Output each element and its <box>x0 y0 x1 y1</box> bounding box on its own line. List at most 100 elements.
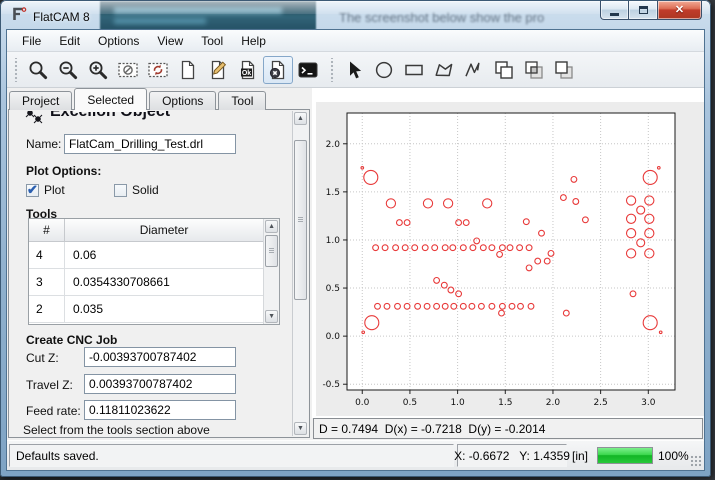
plot-canvas[interactable]: 0.00.51.01.52.02.53.0-0.50.00.51.01.52.0 <box>316 102 704 416</box>
menu-options[interactable]: Options <box>89 31 148 51</box>
scroll-up-arrow-icon[interactable]: ▲ <box>265 220 278 233</box>
distance-readout: D = 0.7494 D(x) = -0.7218 D(y) = -0.2014 <box>313 418 703 439</box>
main-content: ProjectSelectedOptionsTool <box>7 88 704 440</box>
x-tick-label: 3.0 <box>641 398 656 408</box>
toolbar-intersection-button[interactable] <box>519 56 549 84</box>
scroll-up-arrow-icon[interactable]: ▲ <box>294 112 307 125</box>
solid-checkbox-label: Solid <box>132 183 159 197</box>
toolbar: Ok <box>7 52 704 88</box>
name-label: Name: <box>26 137 61 151</box>
toolbar-grip[interactable] <box>330 58 334 82</box>
scrollbar-thumb[interactable] <box>294 140 307 300</box>
toolbar-save-project-button[interactable]: Ok <box>233 56 263 84</box>
table-row[interactable]: 20.035 <box>29 296 263 323</box>
tab-selected[interactable]: Selected <box>74 88 147 110</box>
column-header-number[interactable]: # <box>29 219 65 241</box>
scrollbar-thumb[interactable] <box>265 235 278 267</box>
progress-fill <box>598 448 652 463</box>
plot-checkbox-label: Plot <box>44 183 65 197</box>
close-icon: ✕ <box>675 5 684 16</box>
toolbar-zoom-in-button[interactable] <box>83 56 113 84</box>
check-icon: ✔ <box>27 182 38 198</box>
x-tick-label: 1.0 <box>450 398 465 408</box>
scroll-down-arrow-icon[interactable]: ▼ <box>294 422 307 435</box>
menu-bar: FileEditOptionsViewToolHelp <box>7 30 704 52</box>
close-button[interactable]: ✕ <box>657 1 702 20</box>
x-tick-label: 1.5 <box>498 398 512 408</box>
toolbar-zoom-fit-button[interactable] <box>23 56 53 84</box>
replot-icon <box>147 59 169 81</box>
toolbar-draw-polygon-button[interactable] <box>429 56 459 84</box>
subtract-icon <box>553 59 575 81</box>
tab-project[interactable]: Project <box>9 91 72 110</box>
units-label: [in] <box>572 449 588 463</box>
menu-help[interactable]: Help <box>232 31 275 51</box>
toolbar-clear-plot-button[interactable] <box>113 56 143 84</box>
solid-checkbox-row: Solid <box>114 183 159 197</box>
toolbar-delete-object-button[interactable] <box>263 56 293 84</box>
toolbar-draw-circle-button[interactable] <box>369 56 399 84</box>
toolbar-subtract-button[interactable] <box>549 56 579 84</box>
resize-grip[interactable] <box>690 455 702 467</box>
tab-options[interactable]: Options <box>149 91 216 110</box>
zoom-in-icon <box>87 59 109 81</box>
menu-view[interactable]: View <box>148 31 192 51</box>
x-tick-label: 2.5 <box>593 398 607 408</box>
maximize-button[interactable] <box>629 1 657 20</box>
plot-figure: 0.00.51.01.52.02.53.0-0.50.00.51.01.52.0 <box>316 102 704 416</box>
cnc-field-input[interactable] <box>84 374 236 394</box>
toolbar-union-button[interactable] <box>489 56 519 84</box>
toolbar-new-project-button[interactable] <box>173 56 203 84</box>
progress-bar <box>597 447 653 464</box>
toolbar-open-project-button[interactable] <box>203 56 233 84</box>
minimize-button[interactable] <box>600 1 629 20</box>
y-tick-label: 1.0 <box>326 236 341 246</box>
minimize-icon <box>610 13 619 16</box>
tools-hint-text: Select from the tools section above <box>23 423 210 436</box>
scroll-down-arrow-icon[interactable]: ▼ <box>265 310 278 323</box>
window-title: FlatCAM 8 <box>33 10 90 24</box>
new-project-icon <box>177 59 199 81</box>
column-header-diameter[interactable]: Diameter <box>65 219 263 241</box>
toolbar-zoom-out-button[interactable] <box>53 56 83 84</box>
toolbar-grip[interactable] <box>14 58 18 82</box>
tab-tool[interactable]: Tool <box>218 91 266 110</box>
mouse-coordinates: X: -0.6672 Y: 1.4359 <box>457 444 567 467</box>
table-row[interactable]: 40.06 <box>29 242 263 269</box>
name-input[interactable] <box>64 134 236 154</box>
union-icon <box>493 59 515 81</box>
menu-file[interactable]: File <box>13 31 50 51</box>
y-tick-label: -0.5 <box>322 380 340 390</box>
svg-text:Ok: Ok <box>242 70 251 77</box>
toolbar-pointer-button[interactable] <box>339 56 369 84</box>
cnc-field-label: Feed rate: <box>26 404 81 418</box>
toolbar-draw-polyline-button[interactable] <box>459 56 489 84</box>
toolbar-replot-button[interactable] <box>143 56 173 84</box>
solid-checkbox[interactable] <box>114 184 127 197</box>
tools-table-header: # Diameter <box>29 219 263 242</box>
y-tick-label: 1.5 <box>326 188 340 198</box>
y-tick-label: 0.5 <box>326 284 340 294</box>
delete-object-icon <box>267 59 289 81</box>
y-tick-label: 0.0 <box>326 332 341 342</box>
tool-number-cell: 3 <box>29 269 65 295</box>
open-project-icon <box>207 59 229 81</box>
plot-checkbox[interactable]: ✔ <box>26 184 39 197</box>
title-bar[interactable]: The screenshot below show the pro FlatCA… <box>1 1 710 30</box>
toolbar-draw-rectangle-button[interactable] <box>399 56 429 84</box>
tool-number-cell: 2 <box>29 296 65 322</box>
maximize-icon <box>639 6 648 14</box>
menu-edit[interactable]: Edit <box>50 31 89 51</box>
selected-panel-scroll-area: Excellon Object Name: Plot Options: ✔Plo… <box>10 111 292 436</box>
cnc-field-input[interactable] <box>84 400 236 420</box>
cnc-field-input[interactable] <box>84 347 236 367</box>
toolbar-shell-button[interactable] <box>293 56 323 84</box>
plot-options-label: Plot Options: <box>26 164 101 178</box>
menu-tool[interactable]: Tool <box>192 31 232 51</box>
shell-icon <box>297 59 319 81</box>
table-row[interactable]: 30.0354330708661 <box>29 269 263 296</box>
tools-table-scrollbar: ▲ ▼ <box>263 219 279 324</box>
selected-panel: Excellon Object Name: Plot Options: ✔Plo… <box>8 109 310 438</box>
status-bar: Defaults saved. X: -0.6672 Y: 1.4359 [in… <box>7 440 704 470</box>
save-project-icon: Ok <box>237 59 259 81</box>
